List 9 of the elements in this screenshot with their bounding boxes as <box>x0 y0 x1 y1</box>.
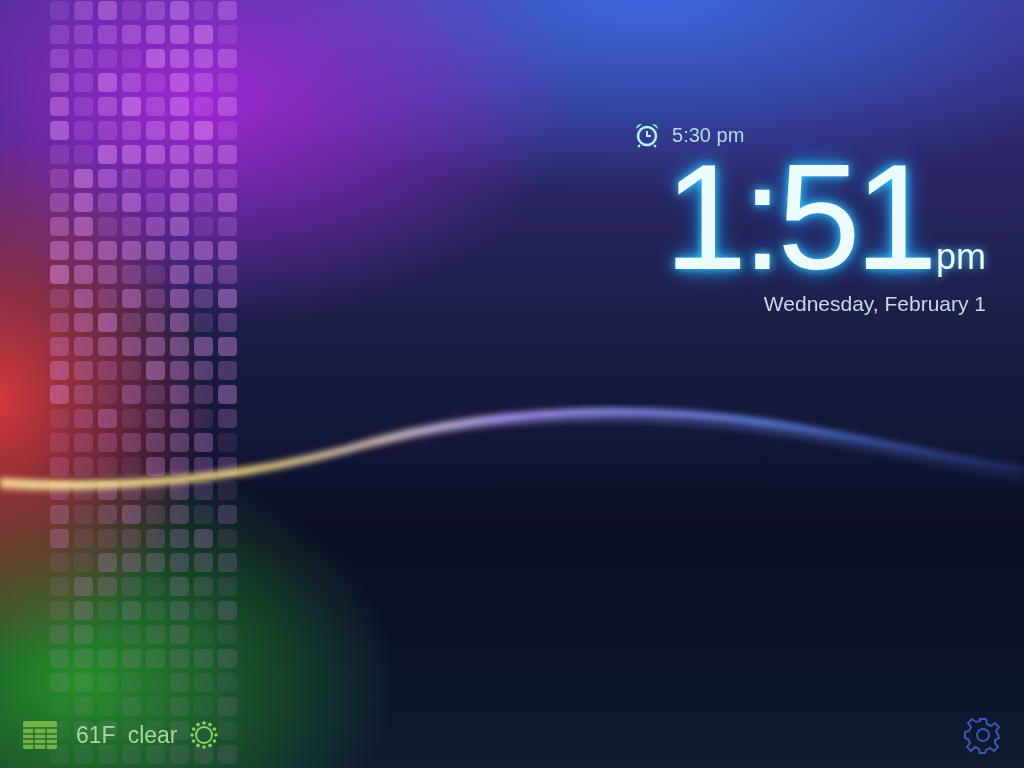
alarm-time: 5:30 pm <box>672 123 745 147</box>
weather-condition: clear <box>127 721 178 749</box>
settings-icon[interactable] <box>964 716 1002 754</box>
temperature: 61F <box>76 721 116 749</box>
alarm-clock-icon <box>634 122 661 148</box>
clock-date: Wednesday, February 1 <box>763 292 986 316</box>
sun-icon <box>189 721 218 749</box>
clock-period: pm <box>936 235 986 279</box>
calendar-icon[interactable] <box>22 720 58 750</box>
